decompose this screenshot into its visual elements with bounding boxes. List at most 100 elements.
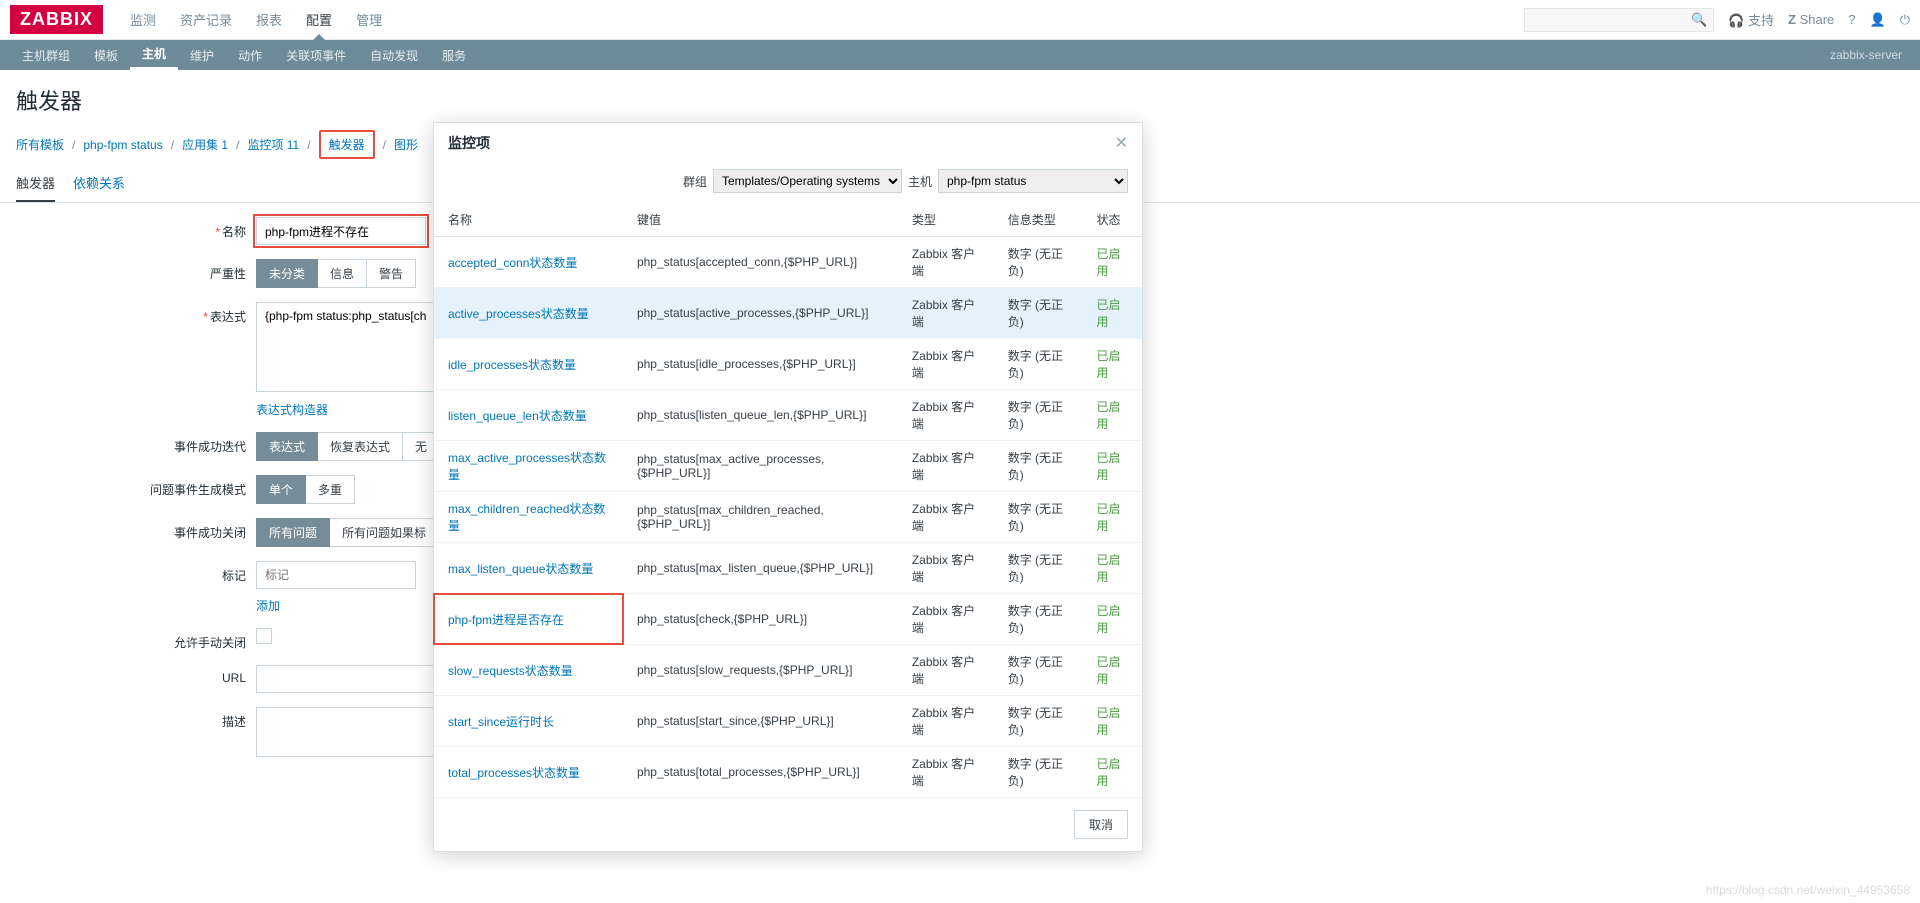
top-nav: ZABBIX 监测资产记录报表配置管理 🔍 🎧 支持 Z Share ? 👤 ⏻ xyxy=(0,0,1920,40)
status-cell: 已启用 xyxy=(1083,441,1142,492)
status-cell: 已启用 xyxy=(1083,339,1142,390)
host-select[interactable]: php-fpm status xyxy=(938,169,1128,193)
breadcrumb-item[interactable]: php-fpm status xyxy=(83,138,162,152)
user-icon[interactable]: 👤 xyxy=(1870,12,1886,28)
table-header: 信息类型 xyxy=(994,203,1083,237)
expression-builder-link[interactable]: 表达式构造器 xyxy=(256,403,328,417)
power-icon[interactable]: ⏻ xyxy=(1900,12,1910,28)
topnav-item[interactable]: 配置 xyxy=(294,0,344,39)
modal-title: 监控项 xyxy=(448,133,490,153)
table-header: 名称 xyxy=(434,203,623,237)
name-label: 名称 xyxy=(222,225,246,239)
item-name-link[interactable]: idle_processes状态数量 xyxy=(448,358,576,372)
table-row[interactable]: active_processes状态数量php_status[active_pr… xyxy=(434,288,1142,339)
subnav-item[interactable]: 动作 xyxy=(226,40,274,70)
name-input[interactable] xyxy=(256,217,426,245)
table-row[interactable]: slow_requests状态数量php_status[slow_request… xyxy=(434,645,1142,696)
url-label: URL xyxy=(222,671,246,685)
breadcrumb-item[interactable]: 图形 xyxy=(394,136,418,153)
tag-input[interactable] xyxy=(256,561,416,589)
subnav-item[interactable]: 主机 xyxy=(130,40,178,70)
item-name-link[interactable]: max_listen_queue状态数量 xyxy=(448,562,593,576)
manual-close-label: 允许手动关闭 xyxy=(174,636,246,650)
topnav-item[interactable]: 监测 xyxy=(118,0,168,39)
watermark: https://blog.csdn.net/weixin_44953658 xyxy=(1706,883,1910,897)
ok-event-label: 事件成功迭代 xyxy=(174,440,246,454)
subnav-item[interactable]: 主机群组 xyxy=(10,40,82,70)
topnav-item[interactable]: 资产记录 xyxy=(168,0,244,39)
pmode-option[interactable]: 单个 xyxy=(256,475,306,504)
item-name-link[interactable]: listen_queue_len状态数量 xyxy=(448,409,587,423)
desc-label: 描述 xyxy=(222,715,246,729)
table-row[interactable]: total_processes状态数量php_status[total_proc… xyxy=(434,747,1142,798)
status-cell: 已启用 xyxy=(1083,390,1142,441)
sev-option[interactable]: 警告 xyxy=(367,259,416,288)
table-row[interactable]: listen_queue_len状态数量php_status[listen_qu… xyxy=(434,390,1142,441)
subnav-item[interactable]: 服务 xyxy=(430,40,478,70)
pmode-option[interactable]: 多重 xyxy=(306,475,355,504)
item-picker-modal: 监控项 ✕ 群组 Templates/Operating systems 主机 … xyxy=(433,122,1143,852)
item-name-link[interactable]: max_children_reached状态数量 xyxy=(448,502,605,533)
breadcrumb-item[interactable]: 监控项 11 xyxy=(247,136,299,153)
okclose-option[interactable]: 所有问题 xyxy=(256,518,330,547)
server-name: zabbix-server xyxy=(1830,48,1910,62)
add-tag-link[interactable]: 添加 xyxy=(256,599,280,613)
table-header: 类型 xyxy=(898,203,994,237)
table-header: 状态 xyxy=(1083,203,1142,237)
group-label: 群组 xyxy=(683,173,707,190)
status-cell: 已启用 xyxy=(1083,696,1142,747)
table-row[interactable]: php-fpm进程是否存在php_status[check,{$PHP_URL}… xyxy=(434,594,1142,645)
okclose-option[interactable]: 所有问题如果标 xyxy=(330,518,439,547)
table-row[interactable]: max_active_processes状态数量php_status[max_a… xyxy=(434,441,1142,492)
table-header: 键值 xyxy=(623,203,898,237)
search-icon: 🔍 xyxy=(1691,12,1707,28)
severity-label: 严重性 xyxy=(210,267,246,281)
support-link[interactable]: 🎧 支持 xyxy=(1728,10,1774,29)
topnav-item[interactable]: 管理 xyxy=(344,0,394,39)
topnav-item[interactable]: 报表 xyxy=(244,0,294,39)
close-icon[interactable]: ✕ xyxy=(1115,133,1128,153)
item-name-link[interactable]: accepted_conn状态数量 xyxy=(448,256,577,270)
subnav-item[interactable]: 关联项事件 xyxy=(274,40,358,70)
breadcrumb-item[interactable]: 所有模板 xyxy=(16,136,64,153)
status-cell: 已启用 xyxy=(1083,492,1142,543)
item-name-link[interactable]: active_processes状态数量 xyxy=(448,307,589,321)
breadcrumb-item[interactable]: 触发器 xyxy=(319,130,375,159)
tab[interactable]: 触发器 xyxy=(16,173,55,202)
share-link[interactable]: Z Share xyxy=(1788,12,1834,27)
table-row[interactable]: max_listen_queue状态数量php_status[max_liste… xyxy=(434,543,1142,594)
table-row[interactable]: max_children_reached状态数量php_status[max_c… xyxy=(434,492,1142,543)
search-input[interactable]: 🔍 xyxy=(1524,8,1714,32)
item-name-link[interactable]: max_active_processes状态数量 xyxy=(448,451,606,482)
item-name-link[interactable]: php-fpm进程是否存在 xyxy=(448,613,564,627)
breadcrumb-item[interactable]: 应用集 1 xyxy=(182,136,228,153)
ok-close-label: 事件成功关闭 xyxy=(174,526,246,540)
status-cell: 已启用 xyxy=(1083,237,1142,288)
subnav-item[interactable]: 自动发现 xyxy=(358,40,430,70)
manual-close-checkbox[interactable] xyxy=(256,628,272,644)
sev-option[interactable]: 信息 xyxy=(318,259,367,288)
help-icon[interactable]: ? xyxy=(1848,12,1855,27)
subnav-item[interactable]: 模板 xyxy=(82,40,130,70)
top-right: 🔍 🎧 支持 Z Share ? 👤 ⏻ xyxy=(1524,8,1910,32)
status-cell: 已启用 xyxy=(1083,543,1142,594)
item-name-link[interactable]: slow_requests状态数量 xyxy=(448,664,573,678)
okevent-option[interactable]: 恢复表达式 xyxy=(318,432,403,461)
subnav-item[interactable]: 维护 xyxy=(178,40,226,70)
table-row[interactable]: accepted_conn状态数量php_status[accepted_con… xyxy=(434,237,1142,288)
cancel-button[interactable]: 取消 xyxy=(1074,810,1128,839)
status-cell: 已启用 xyxy=(1083,594,1142,645)
top-menu: 监测资产记录报表配置管理 xyxy=(118,0,394,39)
sev-option[interactable]: 未分类 xyxy=(256,259,318,288)
group-select[interactable]: Templates/Operating systems xyxy=(713,169,902,193)
status-cell: 已启用 xyxy=(1083,288,1142,339)
table-row[interactable]: start_since运行时长php_status[start_since,{$… xyxy=(434,696,1142,747)
table-row[interactable]: idle_processes状态数量php_status[idle_proces… xyxy=(434,339,1142,390)
okevent-option[interactable]: 表达式 xyxy=(256,432,318,461)
logo: ZABBIX xyxy=(10,5,103,34)
item-name-link[interactable]: total_processes状态数量 xyxy=(448,766,580,780)
tab[interactable]: 依赖关系 xyxy=(73,173,125,202)
item-name-link[interactable]: start_since运行时长 xyxy=(448,715,554,729)
sub-nav: 主机群组模板主机维护动作关联项事件自动发现服务 zabbix-server xyxy=(0,40,1920,70)
expression-label: 表达式 xyxy=(210,310,246,324)
